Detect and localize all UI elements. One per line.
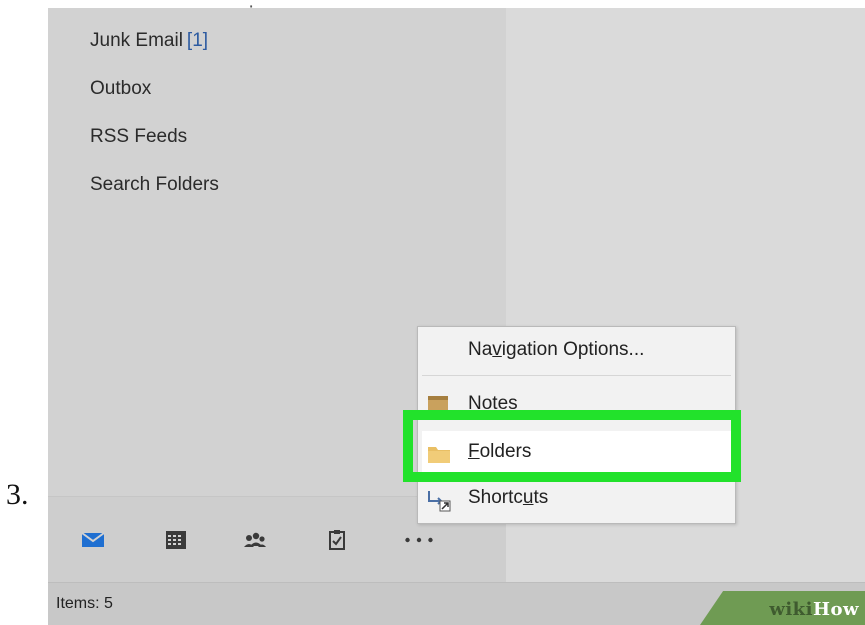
folder-item-search-folders[interactable]: Search Folders [90,174,219,196]
people-icon[interactable] [240,527,270,553]
wikihow-watermark: wikiHow [700,591,865,625]
folder-item-rss-feeds[interactable]: RSS Feeds [90,126,187,148]
mail-icon[interactable] [78,527,108,553]
watermark-wiki: wiki [769,599,813,620]
notes-icon [428,396,448,416]
clipped-text: · [248,0,255,17]
status-bar: Items: 5 wikiHow [48,582,865,625]
menu-separator [422,375,731,376]
unread-count: [1] [186,30,209,51]
shortcuts-icon [428,491,451,512]
items-count: Items: 5 [56,595,113,612]
more-options-menu: Navigation Options... Notes Folders Shor… [417,326,736,524]
more-icon[interactable] [404,527,434,553]
tasks-icon[interactable] [322,527,352,553]
folder-item-junk-email[interactable]: Junk Email [1] [90,30,208,52]
folder-icon [428,447,450,463]
menu-item-navigation-options[interactable]: Navigation Options... [418,329,735,375]
menu-item-shortcuts[interactable]: Shortcuts [418,477,735,523]
menu-item-notes[interactable]: Notes [418,383,735,429]
folder-label: Junk Email [90,30,183,51]
folder-label: RSS Feeds [90,126,188,147]
folder-item-outbox[interactable]: Outbox [90,78,151,100]
folder-label: Outbox [90,78,152,99]
outlook-window: · Junk Email [1] Outbox RSS Feeds Search … [48,0,865,625]
menu-item-folders[interactable]: Folders [422,431,731,477]
step-number: 3. [6,478,29,511]
watermark-how: How [812,599,859,620]
folder-label: Search Folders [90,174,219,195]
calendar-icon[interactable] [161,527,191,553]
